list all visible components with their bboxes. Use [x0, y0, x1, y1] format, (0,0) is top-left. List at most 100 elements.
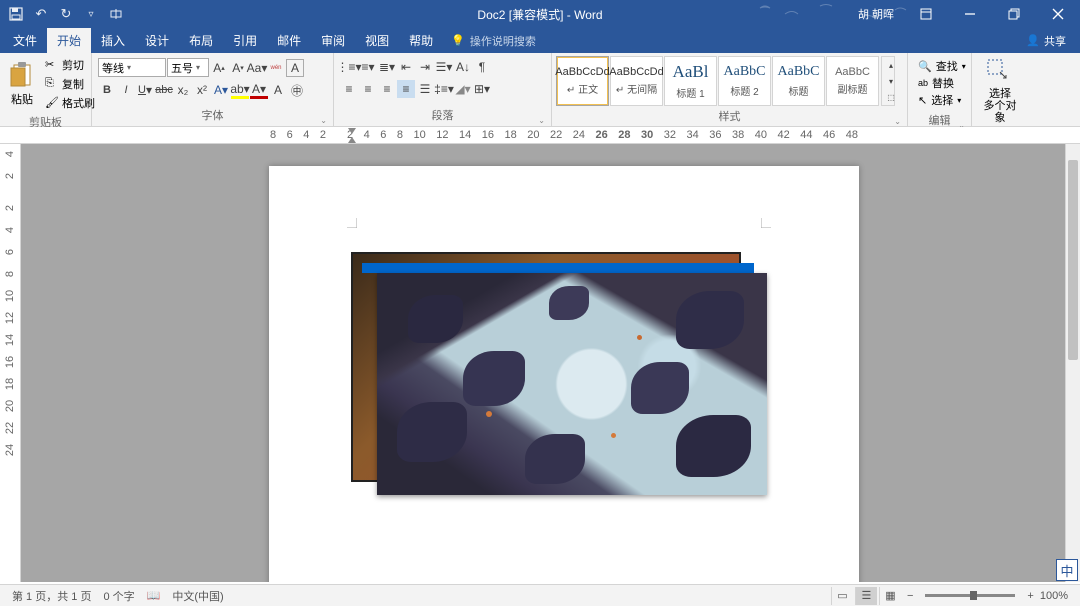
close-button[interactable] [1036, 0, 1080, 28]
tab-insert[interactable]: 插入 [91, 28, 135, 53]
select-multiple-objects-button[interactable]: 选择 多个对象 [976, 56, 1024, 126]
document-canvas[interactable] [21, 144, 1065, 582]
vertical-ruler[interactable]: 4224681012141618202224 [0, 144, 21, 582]
inserted-images[interactable] [351, 252, 761, 504]
minimize-button[interactable] [948, 0, 992, 28]
replace-button[interactable]: ab替换 [918, 75, 961, 91]
underline-button[interactable]: U▾ [136, 81, 154, 99]
align-left-button[interactable]: ≡ [340, 80, 358, 98]
spell-check-icon[interactable]: 📖 [141, 589, 167, 602]
shrink-font-button[interactable]: A▾ [229, 59, 247, 77]
ribbon-display-icon[interactable] [904, 0, 948, 28]
word-count[interactable]: 0 个字 [97, 588, 140, 604]
cut-button[interactable]: ✂剪切 [42, 56, 98, 74]
highlight-button[interactable]: ab▾ [231, 81, 249, 99]
user-account[interactable]: 胡 朝晖 [848, 6, 904, 22]
distributed-button[interactable]: ☰ [416, 80, 434, 98]
tab-review[interactable]: 审阅 [311, 28, 355, 53]
borders-button[interactable]: ⊞▾ [473, 80, 491, 98]
style-no-spacing[interactable]: AaBbCcDd↵ 无间隔 [610, 56, 663, 106]
font-size-select[interactable]: 五号▾ [167, 58, 209, 77]
strikethrough-button[interactable]: abc [155, 81, 173, 99]
web-layout-button[interactable]: ▦ [879, 587, 901, 605]
paste-button[interactable]: 粘贴 [4, 56, 40, 112]
tab-mailings[interactable]: 邮件 [267, 28, 311, 53]
character-border-button[interactable]: A [286, 59, 304, 77]
increase-indent-button[interactable]: ⇥ [416, 58, 434, 76]
format-painter-button[interactable]: 🖌格式刷 [42, 94, 98, 112]
copy-icon: ⎘ [45, 77, 59, 91]
status-bar: 第 1 页，共 1 页 0 个字 📖 中文(中国) ▭ ☰ ▦ − + 100% [0, 584, 1080, 606]
superscript-button[interactable]: x² [193, 81, 211, 99]
copy-button[interactable]: ⎘复制 [42, 75, 98, 93]
tab-layout[interactable]: 布局 [179, 28, 223, 53]
tab-file[interactable]: 文件 [3, 28, 47, 53]
sort-button[interactable]: A↓ [454, 58, 472, 76]
user-name: 胡 朝晖 [858, 6, 894, 22]
tab-design[interactable]: 设计 [135, 28, 179, 53]
maximize-button[interactable] [992, 0, 1036, 28]
change-case-button[interactable]: Aa▾ [248, 59, 266, 77]
group-paragraph: ⋮≡▾ ≡▾ ≣▾ ⇤ ⇥ ☰▾ A↓ ¶ ≡ ≡ ≡ ≡ ☰ ‡≡▾ ◢▾ ⊞… [334, 53, 552, 126]
select-button[interactable]: ↖选择▾ [918, 92, 961, 108]
font-name-select[interactable]: 等线▾ [98, 58, 166, 77]
bullets-button[interactable]: ⋮≡▾ [340, 58, 358, 76]
redo-icon[interactable]: ↻ [58, 6, 74, 22]
tab-references[interactable]: 引用 [223, 28, 267, 53]
style-heading1[interactable]: AaBl标题 1 [664, 56, 717, 106]
undo-icon[interactable]: ↶ [33, 6, 49, 22]
share-label: 共享 [1044, 33, 1066, 49]
character-shading-button[interactable]: A [269, 81, 287, 99]
page-count[interactable]: 第 1 页，共 1 页 [6, 588, 97, 604]
style-subtitle[interactable]: AaBbC副标题 [826, 56, 879, 106]
styles-more[interactable]: ⬚ [882, 89, 900, 105]
zoom-out-button[interactable]: − [903, 590, 917, 602]
horizontal-ruler[interactable]: 8642246810121416182022242628303234363840… [0, 127, 1080, 144]
style-heading2[interactable]: AaBbC标题 2 [718, 56, 771, 106]
styles-scroll-up[interactable]: ▴ [882, 57, 900, 73]
font-color-button[interactable]: A▾ [250, 81, 268, 99]
image-middle[interactable] [362, 263, 754, 273]
text-effects-button[interactable]: A▾ [212, 81, 230, 99]
align-right-button[interactable]: ≡ [378, 80, 396, 98]
share-button[interactable]: 👤共享 [1012, 33, 1080, 49]
bold-button[interactable]: B [98, 81, 116, 99]
numbering-button[interactable]: ≡▾ [359, 58, 377, 76]
touch-mode-icon[interactable] [108, 6, 124, 22]
print-layout-button[interactable]: ☰ [855, 587, 877, 605]
decrease-indent-button[interactable]: ⇤ [397, 58, 415, 76]
tell-me-search[interactable]: 💡操作说明搜索 [443, 33, 544, 49]
enclose-characters-button[interactable]: ㊥ [288, 81, 306, 99]
style-title[interactable]: AaBbC标题 [772, 56, 825, 106]
line-spacing-button[interactable]: ‡≡▾ [435, 80, 453, 98]
styles-gallery[interactable]: AaBbCcDd↵ 正文 AaBbCcDd↵ 无间隔 AaBl标题 1 AaBb… [556, 56, 879, 106]
paste-label: 粘贴 [11, 91, 33, 107]
align-center-button[interactable]: ≡ [359, 80, 377, 98]
styles-scroll-down[interactable]: ▾ [882, 73, 900, 89]
multilevel-list-button[interactable]: ≣▾ [378, 58, 396, 76]
zoom-level[interactable]: 100% [1040, 590, 1068, 602]
grow-font-button[interactable]: A▴ [210, 59, 228, 77]
shading-button[interactable]: ◢▾ [454, 80, 472, 98]
image-front[interactable] [377, 273, 767, 495]
language-status[interactable]: 中文(中国) [166, 588, 229, 604]
tab-home[interactable]: 开始 [47, 28, 91, 53]
subscript-button[interactable]: x₂ [174, 81, 192, 99]
ime-indicator[interactable]: 中 [1056, 559, 1078, 581]
asian-layout-button[interactable]: ☰▾ [435, 58, 453, 76]
find-button[interactable]: 🔍查找▾ [918, 58, 961, 74]
qat-more-icon[interactable]: ▿ [83, 6, 99, 22]
read-mode-button[interactable]: ▭ [831, 587, 853, 605]
vertical-scrollbar[interactable] [1065, 144, 1080, 582]
tab-view[interactable]: 视图 [355, 28, 399, 53]
zoom-slider[interactable] [925, 594, 1015, 597]
justify-button[interactable]: ≡ [397, 80, 415, 98]
style-normal[interactable]: AaBbCcDd↵ 正文 [556, 56, 609, 106]
italic-button[interactable]: I [117, 81, 135, 99]
show-marks-button[interactable]: ¶ [473, 58, 491, 76]
zoom-in-button[interactable]: + [1023, 590, 1037, 602]
save-icon[interactable] [8, 6, 24, 22]
tab-help[interactable]: 帮助 [399, 28, 443, 53]
styles-label: 样式 [556, 106, 903, 126]
phonetic-guide-button[interactable]: wén [267, 59, 285, 77]
